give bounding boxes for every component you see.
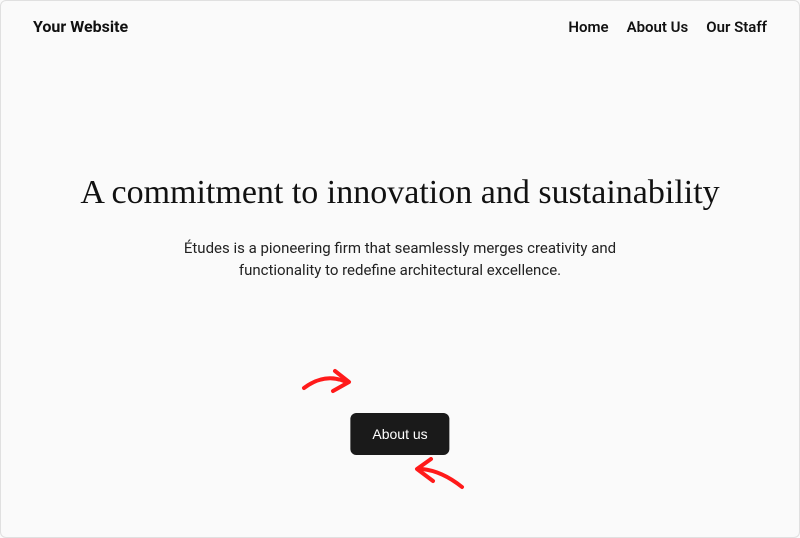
about-us-button[interactable]: About us bbox=[350, 413, 449, 455]
hero-subtitle: Études is a pioneering firm that seamles… bbox=[150, 237, 650, 282]
annotation-arrow-icon bbox=[299, 363, 359, 403]
site-title[interactable]: Your Website bbox=[33, 17, 128, 36]
primary-nav: Home About Us Our Staff bbox=[568, 18, 767, 36]
hero-title: A commitment to innovation and sustainab… bbox=[61, 172, 739, 215]
hero-section: A commitment to innovation and sustainab… bbox=[1, 172, 799, 282]
annotation-arrow-icon bbox=[407, 457, 467, 497]
nav-about-us[interactable]: About Us bbox=[627, 18, 689, 36]
site-header: Your Website Home About Us Our Staff bbox=[1, 1, 799, 52]
nav-home[interactable]: Home bbox=[568, 18, 608, 36]
nav-our-staff[interactable]: Our Staff bbox=[706, 18, 767, 36]
